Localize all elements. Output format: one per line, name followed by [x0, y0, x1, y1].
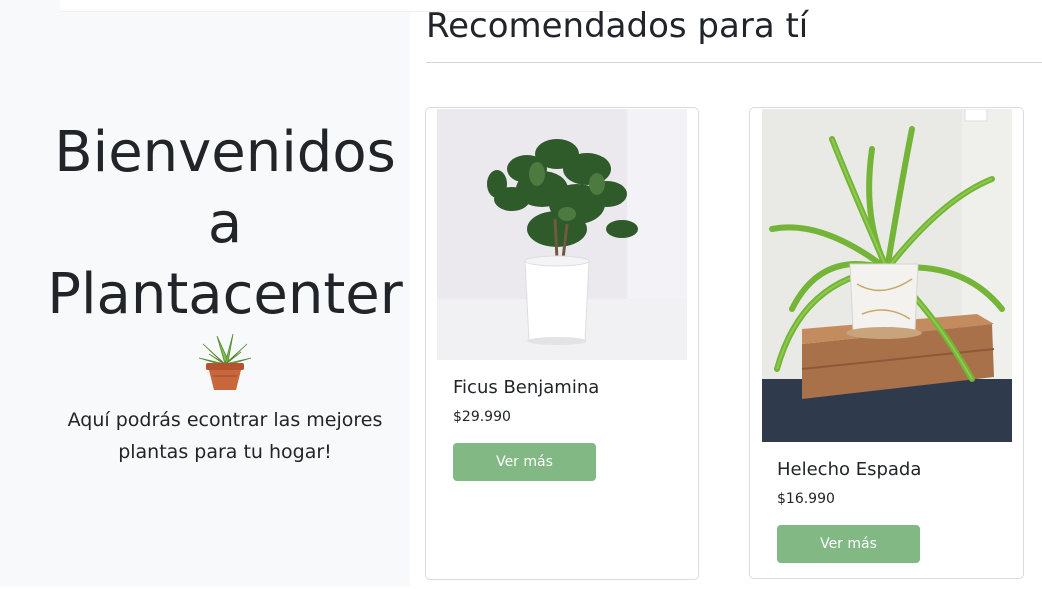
welcome-subtitle-line-2: plantas para tu hogar!: [118, 441, 332, 463]
product-price: $16.990: [777, 491, 835, 507]
welcome-title: Bienvenidos a Plantacenter: [0, 117, 450, 330]
potted-plant-icon: [195, 330, 255, 392]
welcome-title-line-1: Bienvenidos: [54, 120, 396, 185]
product-price: $29.990: [453, 409, 511, 425]
see-more-button[interactable]: Ver más: [777, 525, 920, 563]
product-card-ficus: Ficus Benjamina $29.990 Ver más: [425, 107, 699, 580]
welcome-hero: Bienvenidos a Plantacenter Aquí podrás e…: [0, 0, 615, 587]
product-name: Helecho Espada: [777, 459, 922, 480]
product-image-helecho[interactable]: [762, 109, 1012, 442]
product-card-helecho: Helecho Espada $16.990 Ver más: [749, 107, 1024, 579]
product-name: Ficus Benjamina: [453, 377, 600, 398]
welcome-title-line-3: Plantacenter: [47, 262, 403, 327]
welcome-subtitle-line-1: Aquí podrás econtrar las mejores: [67, 409, 383, 431]
product-image-ficus[interactable]: [437, 109, 687, 360]
recommended-heading: Recomendados para tí: [426, 6, 809, 46]
see-more-button[interactable]: Ver más: [453, 443, 596, 481]
section-divider: [426, 62, 1042, 63]
page: Bienvenidos a Plantacenter Aquí podrás e…: [0, 0, 1042, 589]
welcome-subtitle: Aquí podrás econtrar las mejores plantas…: [40, 404, 410, 468]
welcome-title-line-2: a: [207, 191, 243, 256]
